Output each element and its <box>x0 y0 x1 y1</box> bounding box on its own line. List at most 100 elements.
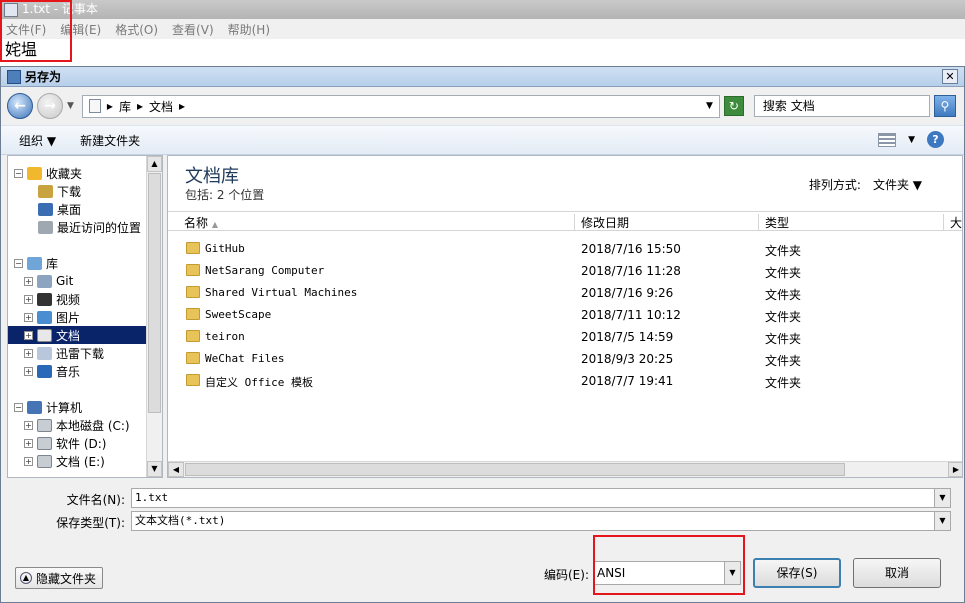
back-arrow-icon[interactable]: ← <box>7 93 33 119</box>
scroll-left-icon[interactable]: ◀ <box>168 462 184 477</box>
chevron-down-icon[interactable]: ▼ <box>934 489 950 507</box>
folder-icon <box>186 264 200 276</box>
scroll-thumb[interactable] <box>148 173 161 413</box>
expand-icon[interactable]: + <box>24 366 33 376</box>
file-row[interactable]: SweetScape 2018/7/11 10:12 文件夹 <box>168 305 962 325</box>
filename-field[interactable]: 1.txt ▼ <box>131 488 951 508</box>
save-type-select[interactable]: 文本文档(*.txt) ▼ <box>131 511 951 531</box>
expand-icon[interactable]: + <box>24 330 33 340</box>
expand-icon[interactable]: + <box>24 312 33 322</box>
menu-format[interactable]: 格式(O) <box>115 21 158 38</box>
file-row[interactable]: teiron 2018/7/5 14:59 文件夹 <box>168 327 962 347</box>
view-dropdown-icon[interactable]: ▼ <box>908 135 915 145</box>
file-row[interactable]: 自定义 Office 模板 2018/7/7 19:41 文件夹 <box>168 371 962 391</box>
forward-arrow-icon[interactable]: → <box>37 93 63 119</box>
cancel-button[interactable]: 取消 <box>853 558 941 588</box>
collapse-icon[interactable]: − <box>14 402 23 412</box>
hard-disk-icon <box>37 436 52 450</box>
tree-item-desktop[interactable]: 桌面 <box>38 200 81 218</box>
chevron-down-icon[interactable]: ▼ <box>934 512 950 530</box>
encoding-label: 编码(E): <box>544 568 589 582</box>
address-bar[interactable]: ▸ 库 ▸ 文档 ▸ ▼ <box>81 94 720 118</box>
save-button[interactable]: 保存(S) <box>753 558 841 588</box>
file-row[interactable]: NetSarang Computer 2018/7/16 11:28 文件夹 <box>168 261 962 281</box>
libraries-icon <box>27 256 42 270</box>
notepad-title: 1.txt - 记事本 <box>22 2 98 16</box>
menu-help[interactable]: 帮助(H) <box>228 21 270 38</box>
arrange-by-dropdown[interactable]: 文件夹 ▼ <box>873 176 922 193</box>
chevron-down-icon[interactable]: ▼ <box>724 562 740 584</box>
scroll-thumb[interactable] <box>185 463 845 476</box>
expand-icon[interactable]: + <box>24 294 33 304</box>
folder-icon <box>186 242 200 254</box>
hard-disk-icon <box>37 418 52 432</box>
history-dropdown-icon[interactable]: ▼ <box>67 101 74 111</box>
scroll-down-icon[interactable]: ▼ <box>147 461 162 477</box>
column-size[interactable]: 大 <box>944 214 962 230</box>
folder-icon <box>186 330 200 342</box>
tree-item-thunder-downloads[interactable]: + 迅雷下载 <box>24 344 104 362</box>
navigation-bar: ← → ▼ ▸ 库 ▸ 文档 ▸ ▼ ↻ 搜索 文档 ⚲ <box>7 91 959 121</box>
column-type[interactable]: 类型 <box>759 214 944 230</box>
menu-edit[interactable]: 编辑(E) <box>60 21 101 38</box>
new-folder-button[interactable]: 新建文件夹 <box>80 132 140 149</box>
menu-view[interactable]: 查看(V) <box>172 21 214 38</box>
tree-item-git[interactable]: + Git <box>24 272 73 290</box>
save-as-dialog: 另存为 ✕ ← → ▼ ▸ 库 ▸ 文档 ▸ ▼ ↻ 搜索 文档 ⚲ 组织 ▼ … <box>0 66 965 603</box>
expand-icon[interactable]: + <box>24 420 33 430</box>
dialog-title: 另存为 <box>25 70 62 84</box>
close-button[interactable]: ✕ <box>942 69 958 84</box>
column-modified[interactable]: 修改日期 <box>575 214 759 230</box>
column-name[interactable]: 名称 ▲ <box>178 214 575 230</box>
folder-icon <box>186 286 200 298</box>
hide-folders-button[interactable]: ▲ 隐藏文件夹 <box>15 567 103 589</box>
scroll-right-icon[interactable]: ▶ <box>948 462 962 477</box>
scroll-up-icon[interactable]: ▲ <box>147 156 162 172</box>
search-input[interactable]: 搜索 文档 <box>753 95 930 117</box>
tree-item-recent[interactable]: 最近访问的位置 <box>38 218 141 236</box>
menu-file[interactable]: 文件(F) <box>6 21 46 38</box>
tree-item-software-drive[interactable]: + 软件 (D:) <box>24 434 106 452</box>
expand-icon[interactable]: + <box>24 438 33 448</box>
expand-icon[interactable]: + <box>24 276 33 286</box>
tree-item-music[interactable]: + 音乐 <box>24 362 80 380</box>
library-subtitle: 包括: 2 个位置 <box>185 188 265 202</box>
folder-icon <box>186 374 200 386</box>
file-row[interactable]: GitHub 2018/7/16 15:50 文件夹 <box>168 239 962 259</box>
file-row[interactable]: Shared Virtual Machines 2018/7/16 9:26 文… <box>168 283 962 303</box>
encoding-select[interactable]: ANSI ▼ <box>593 561 741 585</box>
filename-label: 文件名(N): <box>66 493 125 507</box>
expand-icon[interactable]: + <box>24 456 33 466</box>
view-options-icon[interactable] <box>878 132 897 147</box>
folder-icon <box>186 308 200 320</box>
help-icon[interactable]: ? <box>927 131 944 148</box>
tree-item-documents-drive[interactable]: + 文档 (E:) <box>24 452 105 470</box>
recent-places-icon <box>38 220 53 234</box>
address-dropdown-icon[interactable]: ▼ <box>706 101 713 111</box>
downloads-folder-icon <box>38 184 53 198</box>
file-list-scrollbar[interactable]: ◀ ▶ <box>168 461 962 477</box>
file-row[interactable]: WeChat Files 2018/9/3 20:25 文件夹 <box>168 349 962 369</box>
search-icon[interactable]: ⚲ <box>933 95 956 117</box>
tree-scrollbar[interactable]: ▲ ▼ <box>146 156 162 477</box>
library-icon <box>88 99 101 113</box>
breadcrumb-documents[interactable]: 文档 <box>149 98 173 115</box>
expand-icon[interactable]: + <box>24 348 33 358</box>
tree-item-pictures[interactable]: + 图片 <box>24 308 80 326</box>
tree-item-downloads[interactable]: 下载 <box>38 182 81 200</box>
collapse-icon[interactable]: − <box>14 168 23 178</box>
thunder-library-icon <box>37 346 52 360</box>
notepad-title-bar: 1.txt - 记事本 <box>0 0 965 19</box>
tree-item-documents[interactable]: + 文档 <box>8 326 148 344</box>
tree-item-favorites[interactable]: − 收藏夹 <box>14 164 82 182</box>
organize-button[interactable]: 组织 ▼ <box>19 132 56 149</box>
refresh-icon[interactable]: ↻ <box>723 96 744 116</box>
notepad-text-area[interactable]: 姹塭 <box>0 39 965 67</box>
tree-item-videos[interactable]: + 视频 <box>24 290 80 308</box>
breadcrumb-libraries[interactable]: 库 <box>119 98 131 115</box>
tree-item-computer[interactable]: − 计算机 <box>14 398 82 416</box>
tree-item-local-disk[interactable]: + 本地磁盘 (C:) <box>24 416 130 434</box>
tree-item-libraries[interactable]: − 库 <box>14 254 58 272</box>
notepad-menubar: 文件(F) 编辑(E) 格式(O) 查看(V) 帮助(H) <box>0 19 965 39</box>
collapse-icon[interactable]: − <box>14 258 23 268</box>
